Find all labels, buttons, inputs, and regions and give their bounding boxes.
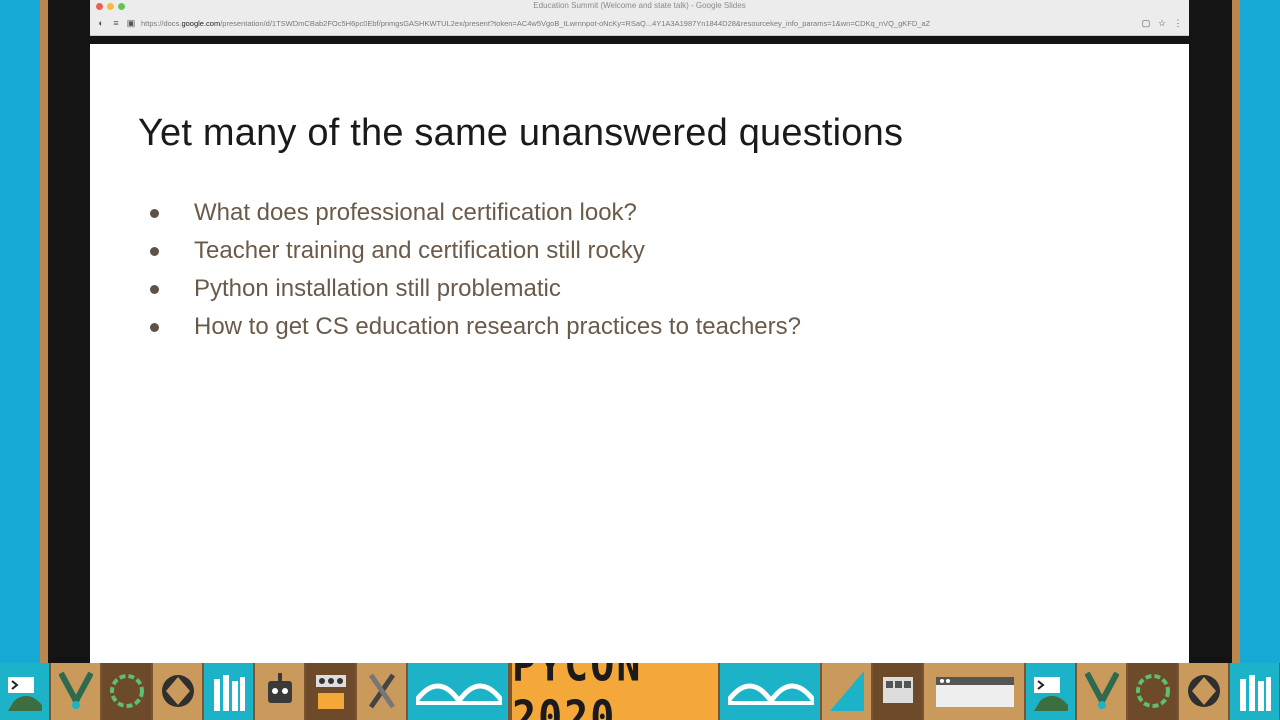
bridge-tile-icon [408,663,510,720]
books-tile-icon [204,663,255,720]
list-item: Python installation still problematic [150,270,801,308]
diamond-tile-icon [1179,663,1230,720]
slide-title: Yet many of the same unanswered question… [138,112,904,154]
triangle-tile-icon [822,663,873,720]
pycon-banner: PYCON 2020 [0,663,1280,720]
address-bar[interactable]: ◐ ≡ ▣ https://docs.google.com/presentati… [90,15,1189,32]
bullet-dot-icon [150,246,159,256]
list-item: Teacher training and certification still… [150,232,801,270]
tools-tile-icon [357,663,408,720]
star-icon[interactable]: ☆ [1157,19,1167,28]
menu-icon[interactable]: ⋮ [1173,19,1183,28]
bullet-dot-icon [150,322,159,332]
address-bar-actions: ▢ ☆ ⋮ [1141,19,1183,28]
title-bar: Education Summit (Welcome and state talk… [90,0,1189,13]
window-title: Education Summit (Welcome and state talk… [533,1,746,10]
presentation-slide: Yet many of the same unanswered question… [90,44,1189,663]
laurel-tile-icon [1128,663,1179,720]
chevron-tile-icon [51,663,102,720]
url-path: /presentation/d/1TSWDmCBab2FOc5H6pc0Ebf/… [220,19,931,28]
laurel-tile-icon [102,663,153,720]
bullet-text: What does professional certification loo… [194,199,637,226]
shield-icon[interactable]: ◐ [96,19,106,28]
left-wood-trim [40,0,48,663]
url-prefix: https://docs. [141,19,182,28]
bullet-dot-icon [150,208,159,218]
browser-window-chrome: Education Summit (Welcome and state talk… [90,0,1189,36]
windows-tile-icon [873,663,924,720]
list-item: What does professional certification loo… [150,194,801,232]
right-wood-trim [1232,0,1240,663]
chevron-tile-icon [1077,663,1128,720]
left-border [0,0,40,663]
list-item: How to get CS education research practic… [150,308,801,346]
browser-tile-icon [924,663,1026,720]
bullet-text: How to get CS education research practic… [194,313,801,340]
pycon-logo: PYCON 2020 [510,663,720,720]
bullet-text: Teacher training and certification still… [194,237,645,264]
reader-icon[interactable]: ▢ [1141,19,1151,28]
tune-icon[interactable]: ≡ [111,19,121,28]
circuit-tile-icon [306,663,357,720]
robot-tile-icon [255,663,306,720]
terminal-tile-icon [1026,663,1077,720]
bridge-tile-icon [720,663,822,720]
diamond-tile-icon [153,663,204,720]
right-border [1240,0,1280,663]
books-tile-icon [1230,663,1280,720]
bullet-text: Python installation still problematic [194,275,561,302]
bullet-dot-icon [150,284,159,294]
lock-icon[interactable]: ▣ [126,19,136,28]
url-domain: google.com [181,19,221,28]
url-text[interactable]: https://docs.google.com/presentation/d/1… [141,19,1130,28]
pycon-logo-text: PYCON 2020 [512,663,643,720]
terminal-tile-icon [0,663,51,720]
bullet-list: What does professional certification loo… [150,194,801,346]
